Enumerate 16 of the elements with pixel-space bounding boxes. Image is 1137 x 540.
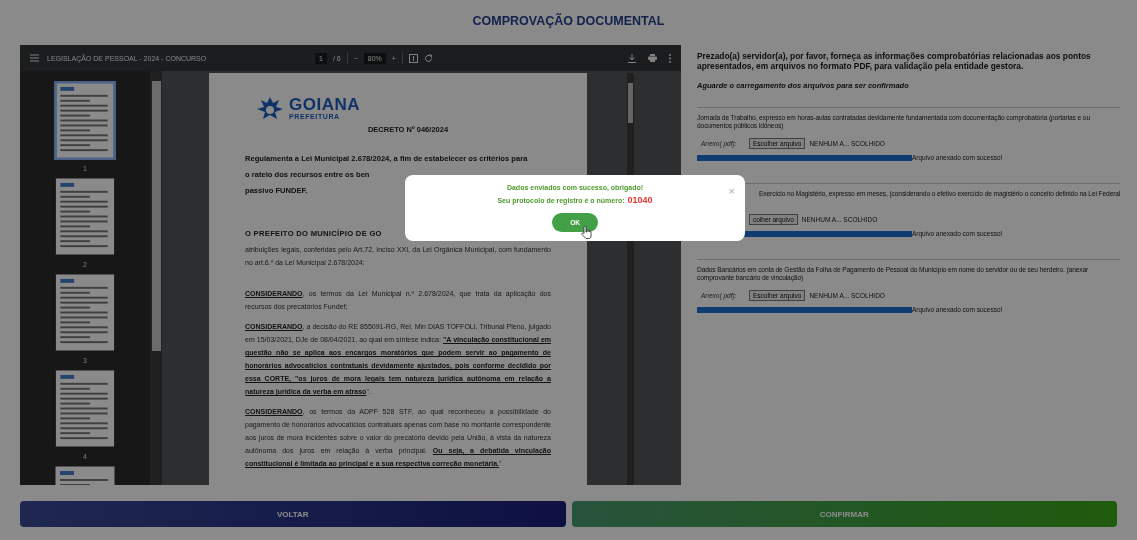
page-thumbnail[interactable] [54,177,116,256]
scrollbar-thumb[interactable] [628,83,633,123]
page-title: COMPROVAÇÃO DOCUMENTAL [472,14,665,28]
page-thumbnail[interactable] [54,81,116,160]
print-icon[interactable] [648,54,657,62]
download-icon[interactable] [628,53,636,63]
logo-text: GOIANA [289,96,360,113]
back-button[interactable]: VOLTAR [20,501,566,527]
page-thumbnail[interactable] [54,369,116,448]
instructions-text: Prezado(a) servidor(a), por favor, forneça as informações comprobatórias relacionadas aos pontos apresentados, em arquivos no formato PDF, para validação pela entidade gestora. [697,51,1092,71]
page-thumbnail[interactable] [54,273,116,352]
scrollbar-thumb[interactable] [151,81,161,351]
city-emblem-icon [255,95,285,121]
protocol-number: 01040 [627,195,653,205]
fit-page-icon[interactable] [408,53,418,63]
rotate-icon[interactable] [423,53,433,63]
